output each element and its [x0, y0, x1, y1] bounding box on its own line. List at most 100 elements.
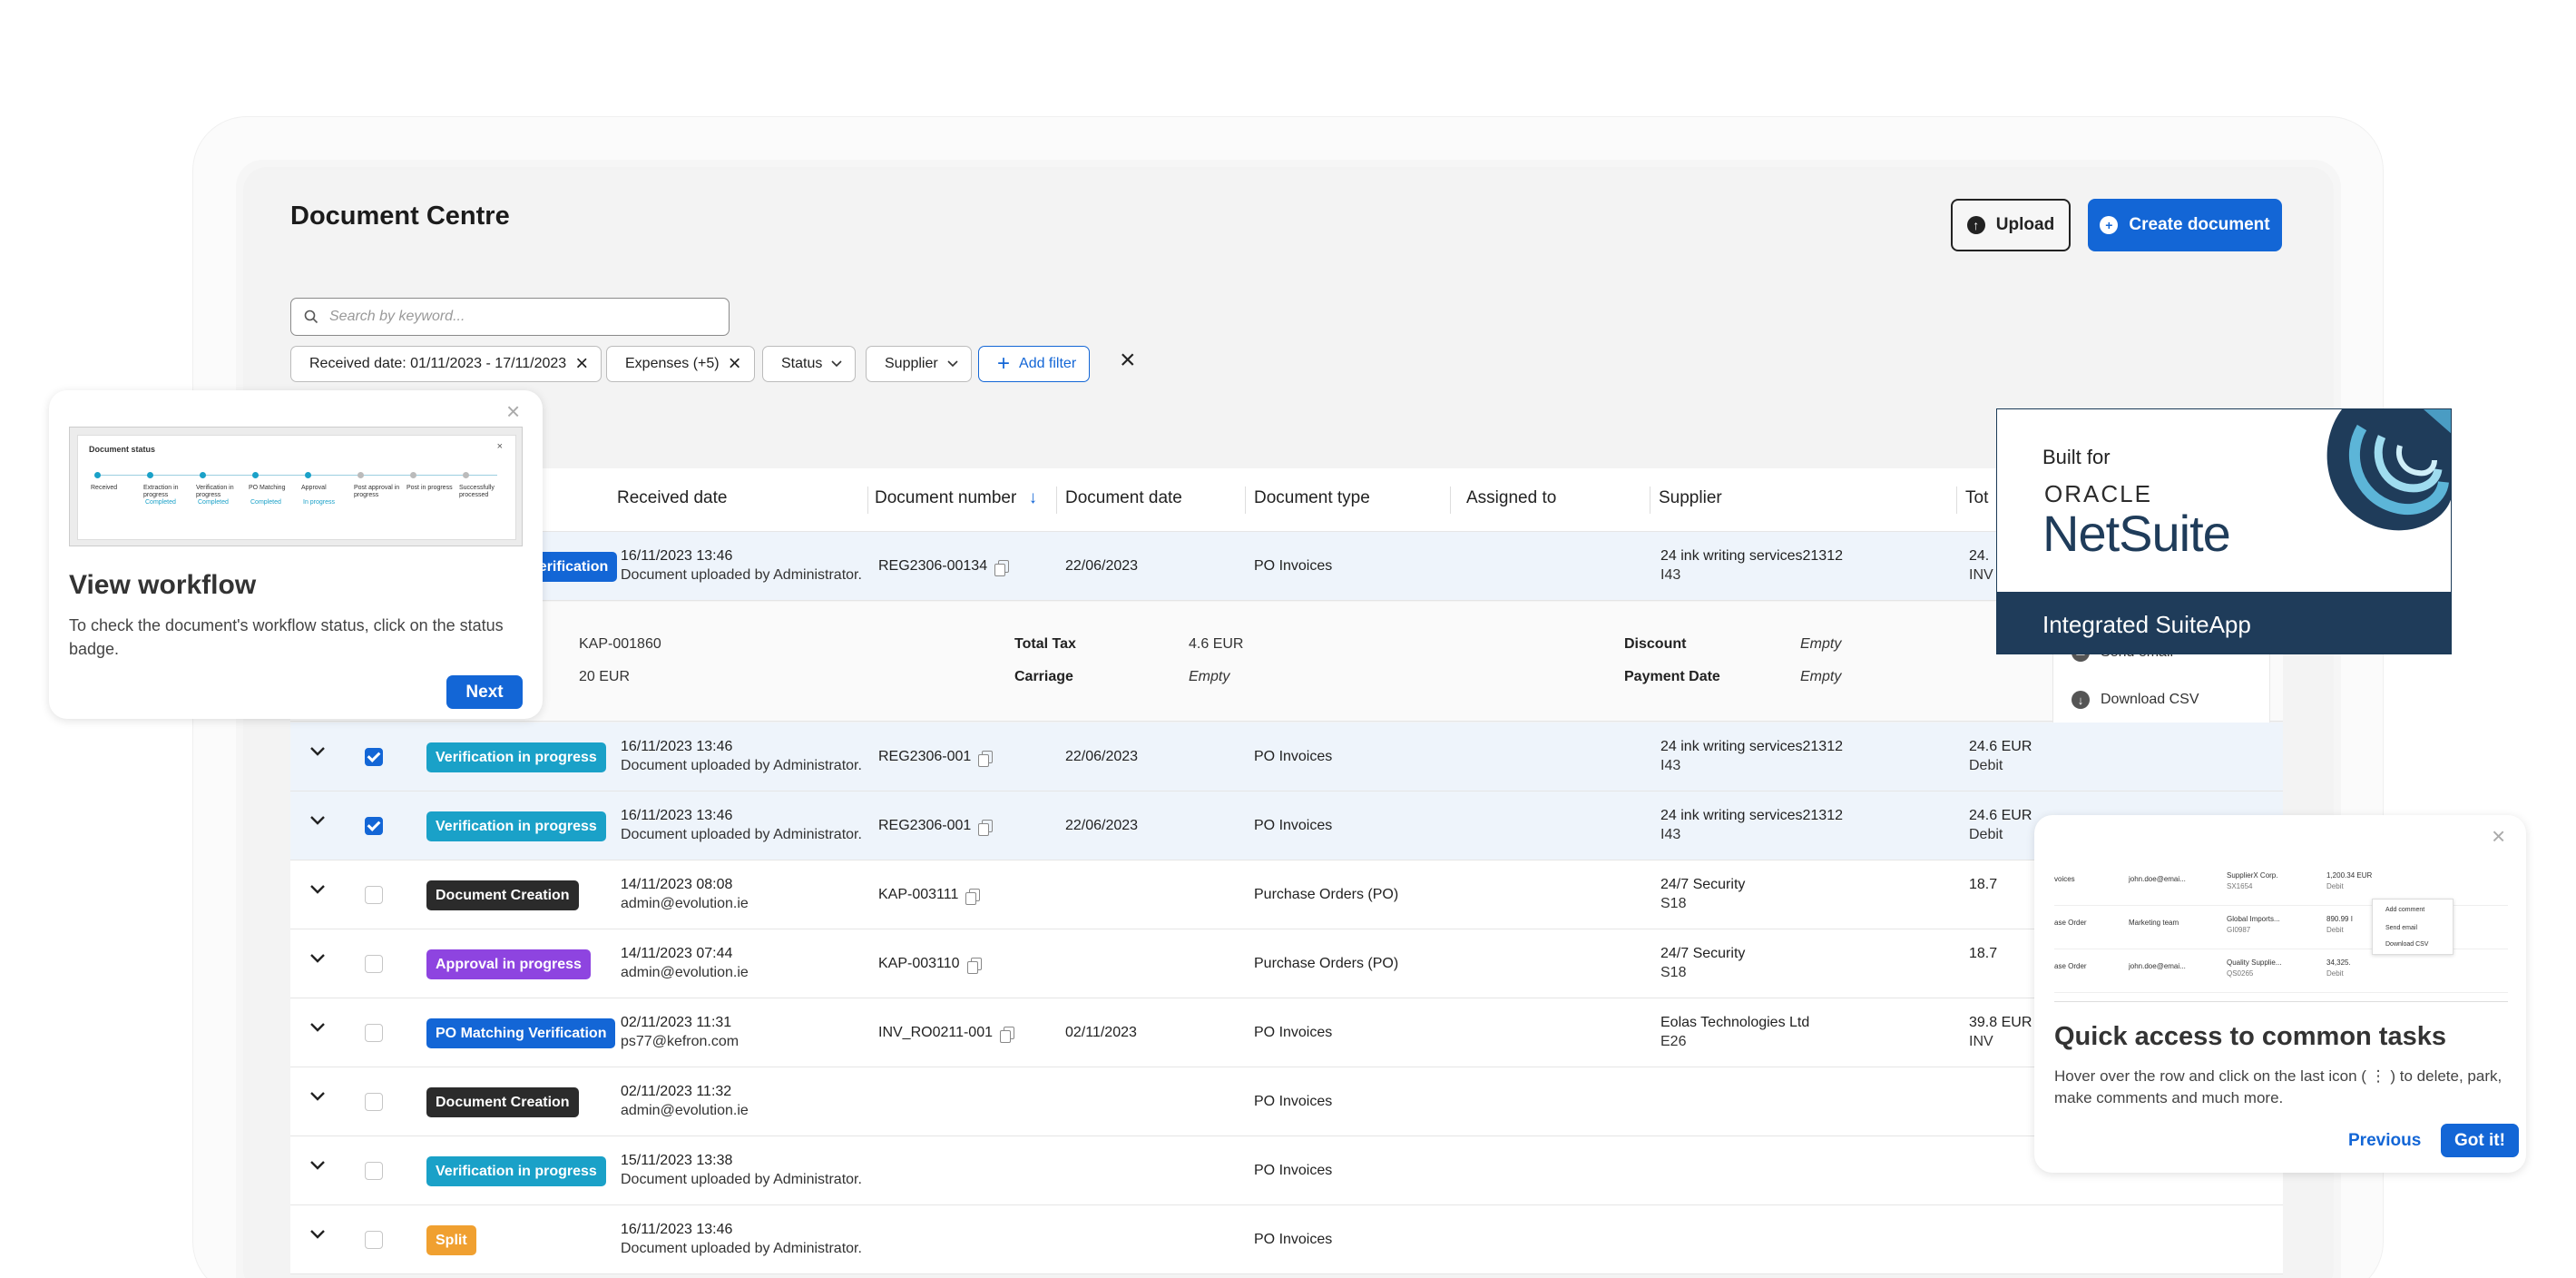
plus-icon: + [2100, 216, 2119, 234]
chevron-down-icon[interactable] [309, 811, 327, 830]
search-icon [304, 310, 318, 324]
document-number-cell: INV_RO0211-001 [878, 1023, 1014, 1043]
table-row[interactable]: Document Creation 02/11/2023 11:32 admin@e… [290, 1067, 2283, 1136]
workflow-preview-card: Document status × Received Completed Extra… [77, 435, 516, 540]
preview-cell: ase Order [2054, 962, 2087, 970]
status-badge[interactable]: PO Matching Verification [426, 1018, 616, 1048]
clear-filters-icon[interactable]: × [1120, 345, 1136, 376]
table-row[interactable]: Verification in progress 16/11/2023 13:46… [290, 723, 2283, 791]
header-document-type[interactable]: Document type [1254, 488, 1370, 508]
received-cell: 14/11/2023 08:08 admin@evolution.ie [621, 877, 749, 911]
row-checkbox[interactable] [365, 886, 383, 904]
workflow-step-status: Completed [198, 499, 229, 506]
got-it-button[interactable]: Got it! [2441, 1124, 2519, 1157]
chevron-down-icon[interactable] [309, 1225, 327, 1244]
preview-cell: 34,325. [2326, 958, 2351, 967]
expanded-row-details: KAP-001860 20 EUR Total Tax 4.6 EUR Carr… [290, 602, 2283, 722]
chevron-down-icon[interactable] [309, 1087, 327, 1106]
filter-expenses[interactable]: Expenses (+5) × [606, 346, 755, 382]
document-type-cell: PO Invoices [1254, 749, 1333, 764]
header-document-number[interactable]: Document number ↓ [875, 488, 1037, 508]
row-checkbox[interactable] [365, 1024, 383, 1042]
workflow-step-dot [463, 472, 469, 478]
preview-menu-item: Add comment [2385, 907, 2425, 913]
copy-icon[interactable] [978, 750, 994, 767]
workflow-step-label: Post approval in progress [354, 485, 400, 498]
close-icon[interactable]: × [506, 399, 520, 423]
row-checkbox[interactable] [365, 1162, 383, 1180]
copy-icon[interactable] [1000, 1026, 1014, 1043]
filter-status-label: Status [781, 356, 823, 371]
workflow-step-dot [252, 472, 259, 478]
copy-icon[interactable] [994, 559, 1010, 576]
received-cell: 02/11/2023 11:32 admin@evolution.ie [621, 1084, 749, 1118]
search-box[interactable] [290, 298, 730, 336]
chevron-down-icon[interactable] [309, 1156, 327, 1175]
preview-cell: Debit [2326, 882, 2344, 890]
table-row[interactable]: Verification in progress 15/11/2023 13:38… [290, 1136, 2283, 1205]
chevron-down-icon[interactable] [309, 742, 327, 761]
header-total[interactable]: Tot [1965, 488, 1988, 508]
download-icon: ↓ [2072, 691, 2090, 709]
header-assigned-to[interactable]: Assigned to [1466, 488, 1556, 508]
workflow-step-status: In progress [303, 499, 336, 506]
document-type-cell: PO Invoices [1254, 818, 1333, 833]
filter-status[interactable]: Status [762, 346, 857, 382]
table-row[interactable]: PO Matching Verification 02/11/2023 11:31… [290, 998, 2283, 1067]
table-row[interactable]: Approval in progress 14/11/2023 07:44 admi… [290, 929, 2283, 998]
quick-access-tour-popover: × voices john.doe@emai... SupplierX Corp. S… [2034, 815, 2526, 1173]
workflow-step-label: Received [91, 485, 118, 491]
next-button[interactable]: Next [446, 675, 523, 709]
copy-icon[interactable] [978, 819, 994, 836]
carriage-label: Carriage [1014, 669, 1073, 684]
previous-button[interactable]: Previous [2348, 1131, 2421, 1151]
filter-received-date[interactable]: Received date: 01/11/2023 - 17/11/2023 × [290, 346, 602, 382]
chevron-down-icon[interactable] [309, 880, 327, 899]
status-badge[interactable]: Approval in progress [426, 949, 591, 979]
filter-supplier[interactable]: Supplier [866, 346, 972, 382]
supplier-cell: Eolas Technologies Ltd E26 [1660, 1015, 1810, 1049]
supplier-cell: 24 ink writing services21312 I43 [1660, 739, 1843, 773]
table-row[interactable]: Verification 16/11/2023 13:46 Document up… [290, 532, 2283, 601]
row-checkbox[interactable] [365, 817, 383, 835]
status-badge[interactable]: Verification in progress [426, 1156, 606, 1186]
search-input[interactable] [329, 309, 692, 325]
total-tax-value: 4.6 EUR [1189, 636, 1244, 652]
received-cell: 02/11/2023 11:31 ps77@kefron.com [621, 1015, 739, 1049]
status-badge[interactable]: Document Creation [426, 880, 579, 910]
workflow-line [98, 475, 497, 476]
close-icon[interactable]: × [575, 353, 588, 375]
header-supplier[interactable]: Supplier [1659, 488, 1722, 508]
row-checkbox[interactable] [365, 955, 383, 973]
close-icon[interactable]: × [729, 353, 741, 375]
header-received-date[interactable]: Received date [617, 488, 727, 508]
header-document-date[interactable]: Document date [1065, 488, 1182, 508]
upload-button[interactable]: ↑ Upload [1951, 199, 2071, 251]
row-checkbox[interactable] [365, 1231, 383, 1249]
preview-cell: Debit [2326, 969, 2344, 978]
close-icon[interactable]: × [2492, 824, 2505, 848]
copy-icon[interactable] [966, 957, 982, 974]
status-badge[interactable]: Document Creation [426, 1087, 579, 1117]
row-checkbox[interactable] [365, 1093, 383, 1111]
integrated-suiteapp-text: Integrated SuiteApp [2042, 611, 2251, 638]
workflow-step-label: Successfully processed [459, 485, 495, 498]
table-row[interactable]: Verification in progress 16/11/2023 13:46… [290, 791, 2283, 860]
create-document-button[interactable]: + Create document [2088, 199, 2282, 251]
add-filter-button[interactable]: + Add filter [978, 346, 1091, 382]
status-badge[interactable]: Verification in progress [426, 811, 606, 841]
menu-item-download-csv[interactable]: ↓ Download CSV [2072, 691, 2199, 709]
preview-cell: GI0987 [2227, 926, 2251, 934]
row-checkbox[interactable] [365, 748, 383, 766]
status-badge[interactable]: Verification in progress [426, 742, 606, 772]
table-row[interactable]: Split 16/11/2023 13:46 Document uploaded b… [290, 1205, 2283, 1274]
supplier-cell: 24 ink writing services21312 I43 [1660, 808, 1843, 842]
copy-icon[interactable] [965, 888, 981, 905]
table-row[interactable]: Document Creation 14/11/2023 08:08 admin@e… [290, 860, 2283, 929]
status-badge[interactable]: Split [426, 1225, 476, 1255]
received-cell: 14/11/2023 07:44 admin@evolution.ie [621, 946, 749, 980]
workflow-step-label: PO Matching [249, 485, 286, 491]
chevron-down-icon[interactable] [309, 1018, 327, 1037]
built-for-text: Built for [2042, 446, 2111, 468]
chevron-down-icon[interactable] [309, 949, 327, 968]
